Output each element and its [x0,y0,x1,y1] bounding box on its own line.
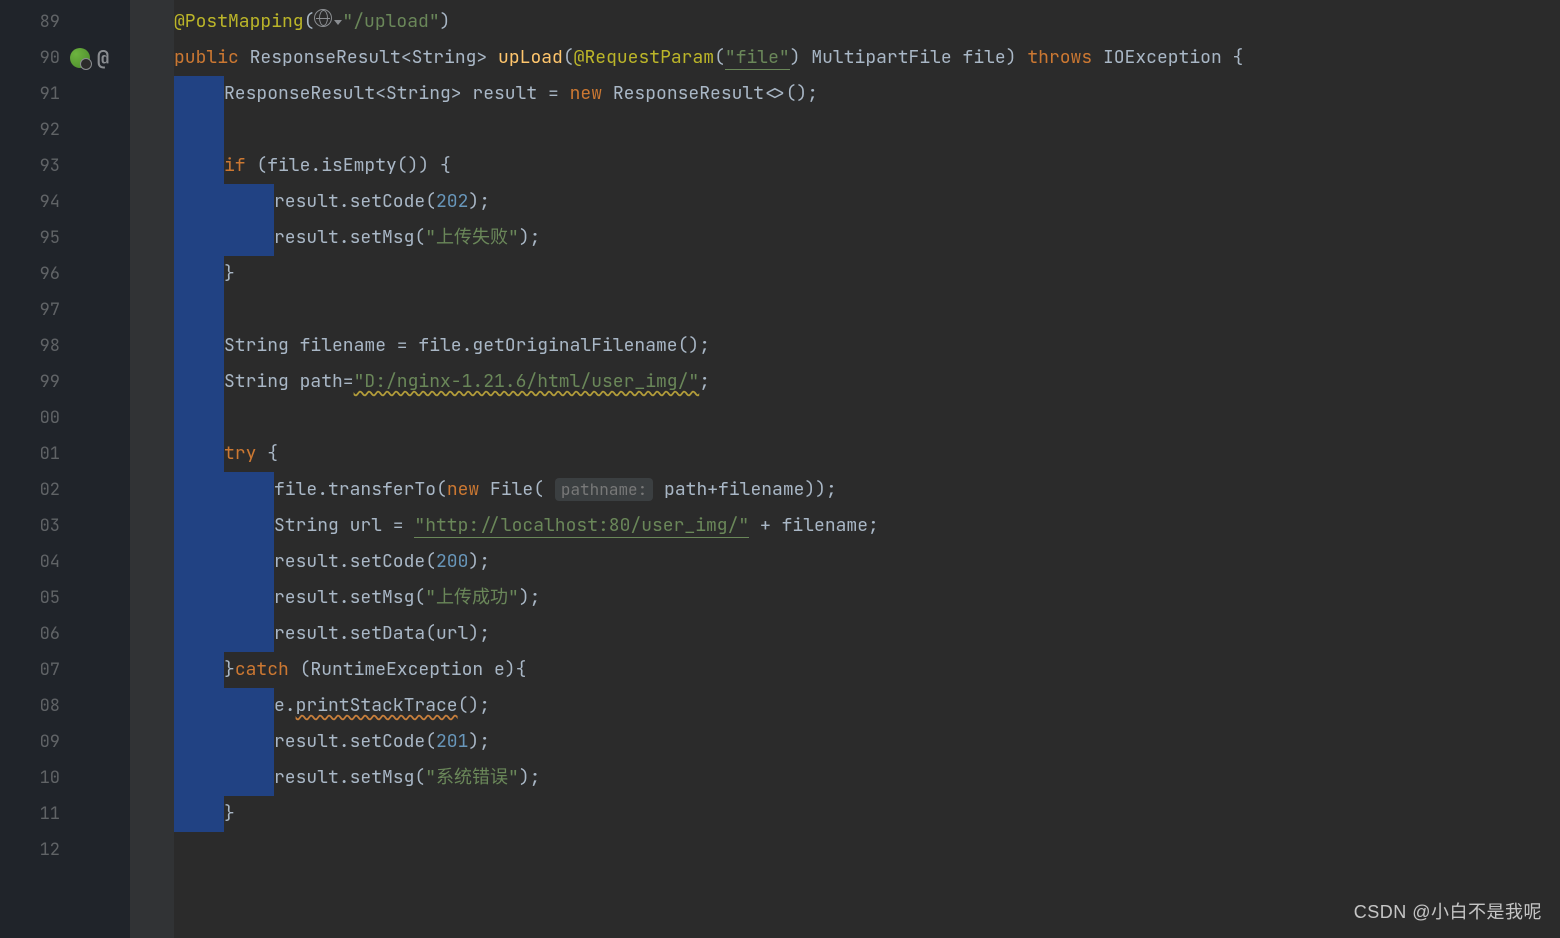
line-number: 98 [0,335,66,357]
code-line[interactable]: result.setCode(200); [130,544,1560,580]
code-line[interactable]: String filename = file.getOriginalFilena… [130,328,1560,364]
line-number: 12 [0,839,66,861]
param-hint: pathname: [555,478,653,501]
code-line[interactable] [130,832,1560,868]
code-line[interactable]: result.setData(url); [130,616,1560,652]
globe-icon[interactable] [314,9,332,27]
line-number: 08 [0,695,66,717]
line-number: 05 [0,587,66,609]
code-line[interactable] [130,292,1560,328]
code-line[interactable]: result.setMsg("上传成功"); [130,580,1560,616]
line-number: 01 [0,443,66,465]
code-line[interactable]: } [130,256,1560,292]
line-number: 04 [0,551,66,573]
line-number: 89 [0,11,66,33]
line-number: 11 [0,803,66,825]
code-line[interactable]: file.transferTo(new File( pathname: path… [130,472,1560,508]
minimap[interactable] [1548,0,1560,938]
line-number: 90 [0,47,66,69]
code-line[interactable]: if (file.isEmpty()) { [130,148,1560,184]
line-number: 92 [0,119,66,141]
code-line[interactable]: result.setCode(201); [130,724,1560,760]
line-number: 00 [0,407,66,429]
code-line[interactable]: result.setMsg("系统错误"); [130,760,1560,796]
code-line[interactable]: String path="D:/nginx-1.21.6/html/user_i… [130,364,1560,400]
code-area[interactable]: @PostMapping("/upload") public ResponseR… [130,0,1560,938]
code-editor: 89 90 @ 91 92 93 94 95 96 97 98 99 00 01… [0,0,1560,938]
line-number: 91 [0,83,66,105]
line-number: 10 [0,767,66,789]
code-line[interactable]: try { [130,436,1560,472]
code-line[interactable] [130,112,1560,148]
request-mapping-icon[interactable]: @ [92,47,114,69]
code-line[interactable]: result.setCode(202); [130,184,1560,220]
code-line[interactable]: }catch (RuntimeException e){ [130,652,1560,688]
code-line[interactable]: } [130,796,1560,832]
gutter: 89 90 @ 91 92 93 94 95 96 97 98 99 00 01… [0,0,130,938]
line-number: 93 [0,155,66,177]
code-line[interactable]: @PostMapping("/upload") [130,4,1560,40]
line-number: 96 [0,263,66,285]
line-number: 02 [0,479,66,501]
line-number: 94 [0,191,66,213]
code-line[interactable]: e.printStackTrace(); [130,688,1560,724]
code-line[interactable]: public ResponseResult<String> upLoad(@Re… [130,40,1560,76]
line-number: 09 [0,731,66,753]
spring-bean-icon[interactable] [70,48,90,68]
line-number: 95 [0,227,66,249]
code-line[interactable] [130,400,1560,436]
code-line[interactable]: String url = "http://localhost:80/user_i… [130,508,1560,544]
code-line[interactable]: ResponseResult<String> result = new Resp… [130,76,1560,112]
line-number: 99 [0,371,66,393]
line-number: 07 [0,659,66,681]
line-number: 97 [0,299,66,321]
watermark: CSDN @小白不是我呢 [1354,898,1542,924]
code-line[interactable]: result.setMsg("上传失败"); [130,220,1560,256]
line-number: 03 [0,515,66,537]
line-number: 06 [0,623,66,645]
